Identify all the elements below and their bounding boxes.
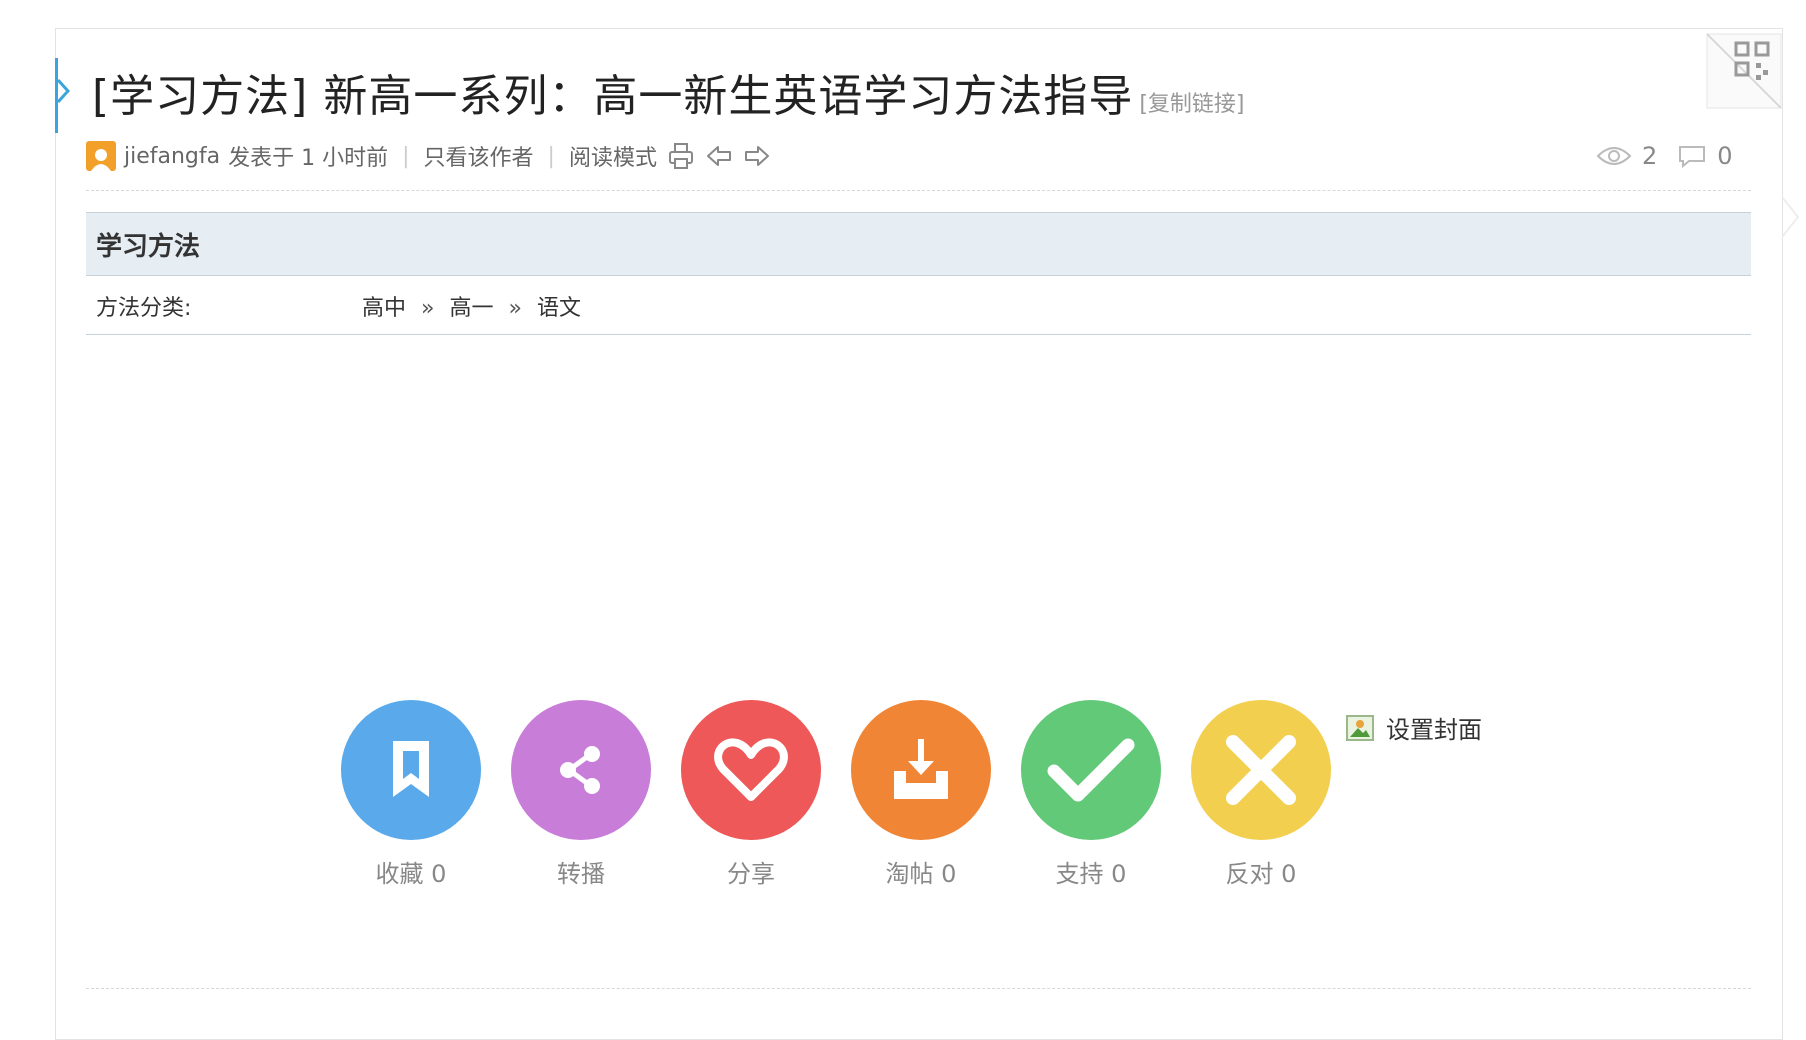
comment-icon bbox=[1679, 146, 1706, 168]
copy-link[interactable]: [复制链接] bbox=[1139, 86, 1244, 118]
table-header: 学习方法 bbox=[86, 212, 1751, 276]
post-meta: jiefangfa 发表于 1 小时前 | 只看该作者 | 阅读模式 bbox=[86, 140, 771, 172]
oppose-label: 反对 0 bbox=[1225, 860, 1297, 888]
avatar[interactable] bbox=[86, 141, 116, 171]
title-row: [学习方法] 新高一系列：高一新生英语学习方法指导 [复制链接] bbox=[92, 60, 1245, 124]
image-icon bbox=[1346, 714, 1374, 741]
collect-button[interactable]: 淘帖 0 bbox=[836, 700, 1006, 889]
qr-code-icon[interactable] bbox=[1706, 33, 1782, 109]
user-icon bbox=[91, 149, 111, 171]
favorite-label: 收藏 0 bbox=[375, 860, 447, 888]
share-button[interactable]: 分享 bbox=[666, 700, 836, 889]
view-count: 2 bbox=[1642, 142, 1658, 170]
set-cover-button[interactable]: 设置封面 bbox=[1346, 710, 1482, 745]
chevron-right-icon bbox=[56, 78, 70, 104]
only-author-link[interactable]: 只看该作者 bbox=[424, 140, 534, 172]
post-stats: 2 0 bbox=[1596, 142, 1753, 170]
chevron-right-icon bbox=[1781, 196, 1800, 238]
posted-time: 发表于 1 小时前 bbox=[228, 146, 389, 171]
divider-line bbox=[86, 988, 1751, 989]
breadcrumb-item[interactable]: 语文 bbox=[537, 296, 581, 321]
divider-line bbox=[86, 190, 1751, 191]
divider: | bbox=[547, 143, 555, 169]
divider: | bbox=[402, 143, 410, 169]
next-arrow-icon[interactable] bbox=[743, 142, 771, 170]
field-label: 方法分类: bbox=[96, 295, 192, 321]
post-title: [学习方法] 新高一系列：高一新生英语学习方法指导 bbox=[92, 71, 1134, 122]
heart-icon bbox=[681, 700, 821, 840]
breadcrumb-separator: » bbox=[508, 295, 522, 321]
reply-count: 0 bbox=[1717, 142, 1733, 170]
cross-icon bbox=[1191, 700, 1331, 840]
print-icon[interactable] bbox=[667, 142, 695, 170]
breadcrumb-separator: » bbox=[421, 295, 435, 321]
share-nodes-icon bbox=[511, 700, 651, 840]
table-row: 方法分类: 高中 » 高一 » 语文 bbox=[86, 277, 1751, 335]
breadcrumb: 高中 » 高一 » 语文 bbox=[362, 290, 581, 322]
support-button[interactable]: 支持 0 bbox=[1006, 700, 1176, 889]
action-bar: 收藏 0 转播 分享 淘帖 0 支持 0 反对 0 bbox=[326, 700, 1346, 889]
breadcrumb-item[interactable]: 高一 bbox=[449, 296, 493, 321]
check-icon bbox=[1021, 700, 1161, 840]
reading-mode-link[interactable]: 阅读模式 bbox=[569, 140, 657, 172]
share-label: 分享 bbox=[727, 860, 775, 888]
eye-icon bbox=[1596, 147, 1632, 165]
repost-button[interactable]: 转播 bbox=[496, 700, 666, 889]
set-cover-label: 设置封面 bbox=[1386, 716, 1482, 744]
author-link[interactable]: jiefangfa bbox=[124, 144, 220, 169]
breadcrumb-item[interactable]: 高中 bbox=[362, 296, 406, 321]
support-label: 支持 0 bbox=[1055, 860, 1127, 888]
oppose-button[interactable]: 反对 0 bbox=[1176, 700, 1346, 889]
favorite-button[interactable]: 收藏 0 bbox=[326, 700, 496, 889]
bookmark-icon bbox=[341, 700, 481, 840]
download-tray-icon bbox=[851, 700, 991, 840]
collect-label: 淘帖 0 bbox=[885, 860, 957, 888]
previous-arrow-icon[interactable] bbox=[705, 142, 733, 170]
repost-label: 转播 bbox=[557, 860, 605, 888]
